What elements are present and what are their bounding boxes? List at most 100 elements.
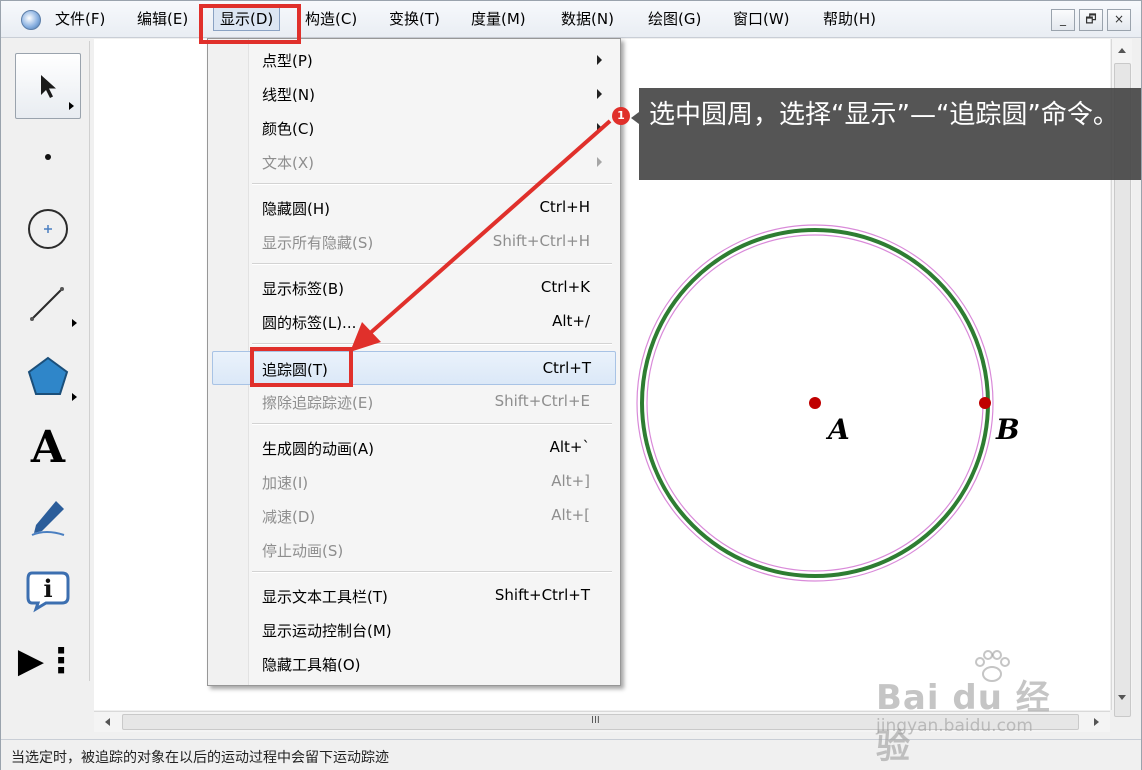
menu-item-label: 加速(I) [262,474,309,492]
svg-text:i: i [43,574,52,603]
menu-separator [252,343,612,345]
custom-tool[interactable]: ▶⋮ [13,629,83,693]
arrow-tool[interactable] [15,53,81,119]
scroll-grip: III [591,715,600,726]
toolbox: A i ▶⋮ [9,41,90,681]
menu-item-circle-label[interactable]: 圆的标签(L)... Alt+/ [208,305,620,337]
text-tool[interactable]: A [13,415,83,479]
watermark-url: jingyan.baidu.com [876,716,1033,736]
point-a-label: A [828,413,850,446]
menu-file[interactable]: 文件(F) [55,10,105,28]
menu-item-erase-traces: 擦除追踪踪迹(E) Shift+Ctrl+E [208,385,620,417]
polygon-tool[interactable] [13,345,83,409]
menu-item-hide-toolbox[interactable]: 隐藏工具箱(O) [208,647,620,679]
step-number-badge: 1 [612,107,630,125]
scroll-down-icon[interactable] [1112,687,1132,707]
menu-item-label: 颜色(C) [262,120,315,138]
compass-circle-icon [28,209,68,249]
submenu-arrow-icon [69,102,74,110]
menu-item-point-style[interactable]: 点型(P) [208,43,620,75]
restore-button[interactable]: 🗗 [1079,9,1103,31]
minimize-button[interactable]: _ [1051,9,1075,31]
menu-item-label: 生成圆的动画(A) [262,440,374,458]
info-bubble-icon: i [26,571,70,613]
menu-data[interactable]: 数据(N) [561,10,614,28]
scroll-left-icon[interactable] [98,712,118,732]
menu-item-show-label[interactable]: 显示标签(B) Ctrl+K [208,271,620,303]
submenu-arrow-icon [597,89,602,99]
menu-item-speed-up: 加速(I) Alt+] [208,465,620,497]
polygon-icon [27,356,69,395]
scroll-right-icon[interactable] [1086,712,1106,732]
marker-tool[interactable] [13,485,83,549]
menu-item-shortcut: Alt+/ [552,312,590,330]
custom-tool-icon: ▶⋮ [17,641,79,681]
menu-item-shortcut: Ctrl+K [540,278,590,296]
point-b[interactable] [979,397,991,409]
menu-item-label: 显示所有隐藏(S) [262,234,374,252]
point-a[interactable] [809,397,821,409]
submenu-arrow-icon [597,55,602,65]
menu-item-label: 显示文本工具栏(T) [262,588,388,606]
menu-item-color[interactable]: 颜色(C) [208,111,620,143]
menu-item-label: 点型(P) [262,52,313,70]
submenu-arrow-icon [72,393,77,401]
point-b-label: B [996,413,1020,446]
menu-bar: 文件(F) 编辑(E) 显示(D) 构造(C) 变换(T) 度量(M) 数据(N… [1,1,1141,38]
menu-item-shortcut: Shift+Ctrl+T [494,586,590,604]
menu-item-label: 停止动画(S) [262,542,344,560]
app-icon[interactable] [21,10,41,30]
menu-construct[interactable]: 构造(C) [305,10,357,28]
arrow-select-icon [41,75,56,98]
information-tool[interactable]: i [13,557,83,621]
menu-separator [252,263,612,265]
menu-item-label: 文本(X) [262,154,314,172]
menu-graph[interactable]: 绘图(G) [648,10,701,28]
menu-item-shortcut: Ctrl+T [542,359,591,377]
compass-tool[interactable] [13,197,83,261]
scroll-up-icon[interactable] [1112,41,1132,61]
menu-item-label: 隐藏工具箱(O) [262,656,361,674]
submenu-arrow-icon [597,123,602,133]
menu-transform[interactable]: 变换(T) [389,10,440,28]
menu-help[interactable]: 帮助(H) [823,10,876,28]
point-icon [45,154,51,160]
menu-item-show-text-toolbar[interactable]: 显示文本工具栏(T) Shift+Ctrl+T [208,579,620,611]
menu-item-label: 圆的标签(L)... [262,314,357,332]
menu-item-shortcut: Shift+Ctrl+H [492,232,590,250]
status-text: 当选定时，被追踪的对象在以后的运动过程中会留下运动踪迹 [11,750,389,766]
menu-item-show-all-hidden: 显示所有隐藏(S) Shift+Ctrl+H [208,225,620,257]
menu-item-show-motion-controller[interactable]: 显示运动控制台(M) [208,613,620,645]
straightedge-tool[interactable] [13,271,83,335]
menu-item-line-style[interactable]: 线型(N) [208,77,620,109]
menu-item-label: 显示运动控制台(M) [262,622,392,640]
point-tool[interactable] [13,125,83,189]
highlight-box-display-menu [199,4,301,44]
submenu-arrow-icon [597,157,602,167]
menu-item-label: 隐藏圆(H) [262,200,330,218]
menu-item-slow-down: 减速(D) Alt+[ [208,499,620,531]
menu-item-label: 擦除追踪踪迹(E) [262,394,374,412]
highlight-box-trace-circle [250,347,353,387]
menu-separator [252,183,612,185]
line-segment-icon [30,287,64,321]
menu-measure[interactable]: 度量(M) [471,10,526,28]
menu-item-label: 显示标签(B) [262,280,344,298]
menu-item-text: 文本(X) [208,145,620,177]
menu-item-shortcut: Ctrl+H [539,198,590,216]
pen-marker-icon [31,501,65,536]
menu-item-shortcut: Shift+Ctrl+E [494,392,590,410]
close-button[interactable]: × [1107,9,1131,31]
menu-item-shortcut: Alt+[ [551,506,590,524]
watermark-logo: Bai du 经验 jingyan.baidu.com [876,646,1076,767]
menu-window[interactable]: 窗口(W) [733,10,790,28]
menu-item-label: 减速(D) [262,508,316,526]
menu-edit[interactable]: 编辑(E) [137,10,188,28]
menu-separator [252,571,612,573]
text-tool-icon: A [30,421,66,473]
menu-item-hide-circle[interactable]: 隐藏圆(H) Ctrl+H [208,191,620,223]
menu-item-shortcut: Alt+` [549,438,590,456]
menu-item-animate-circle[interactable]: 生成圆的动画(A) Alt+` [208,431,620,463]
instruction-callout: 选中圆周，选择“显示”—“追踪圆”命令。 [639,88,1141,180]
submenu-arrow-icon [72,319,77,327]
